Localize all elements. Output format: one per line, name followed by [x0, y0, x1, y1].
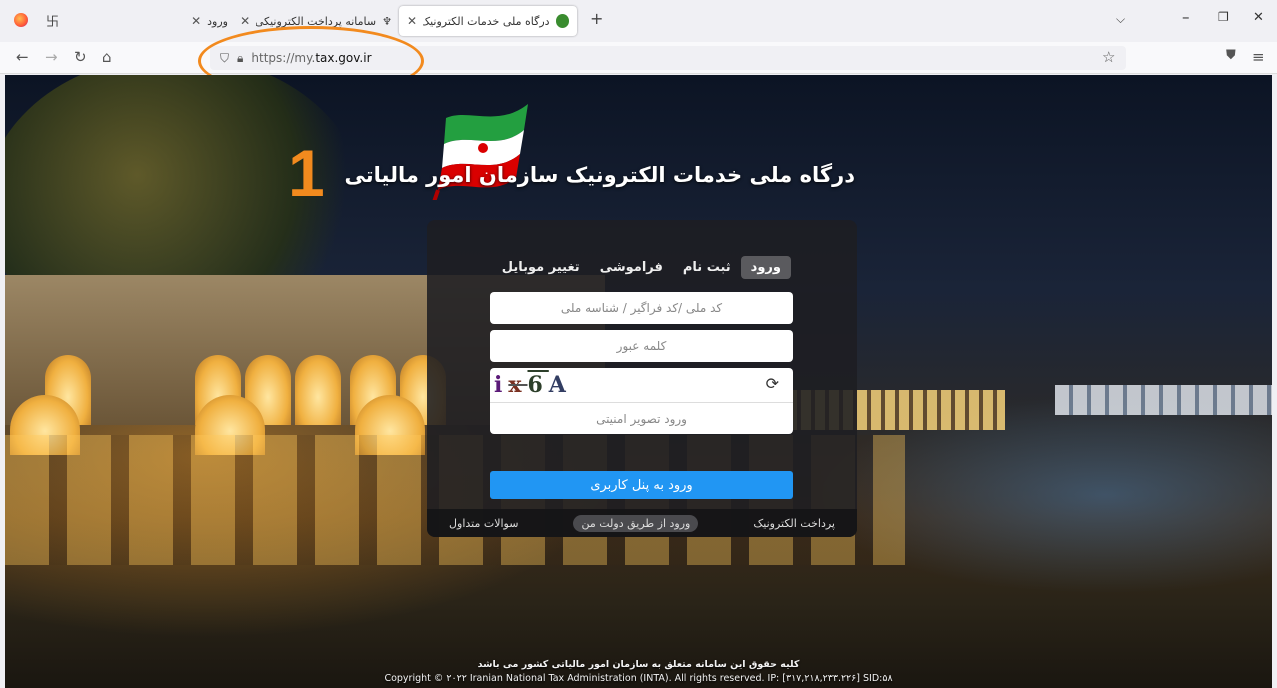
captcha-image: i x 6 A [494, 372, 572, 398]
copyright-fa: کلیه حقوق این سامانه متعلق به سازمان امو… [477, 659, 800, 670]
background-city [1055, 385, 1272, 415]
home-icon[interactable]: ⌂ [102, 48, 112, 66]
tab-register[interactable]: ثبت نام [673, 256, 741, 279]
page-title: درگاه ملی خدمات الکترونیک سازمان امور ما… [344, 163, 855, 187]
captcha-input[interactable]: ورود تصویر امنیتی [490, 402, 793, 434]
close-tab-icon[interactable]: ✕ [191, 14, 201, 28]
forward-arrow-icon[interactable]: → [45, 48, 58, 66]
page-background: 1 درگاه ملی خدمات الکترونیک سازمان امور … [5, 75, 1272, 688]
copyright-footer: کلیه حقوق این سامانه متعلق به سازمان امو… [5, 654, 1272, 688]
list-all-tabs-icon[interactable]: 卐 [46, 11, 59, 30]
firefox-icon[interactable] [14, 13, 28, 27]
restore-button[interactable]: ❐ [1218, 10, 1229, 24]
step-number-annotation: 1 [288, 136, 325, 210]
new-tab-button[interactable]: + [590, 9, 603, 28]
auth-tabs: ورود ثبت نام فراموشی تغییر موبایل [492, 256, 791, 279]
chevron-down-icon[interactable]: ⌵ [1116, 12, 1125, 27]
dolat-login-link[interactable]: ورود از طریق دولت من [573, 514, 699, 532]
tab-login[interactable]: ورود [740, 256, 791, 279]
site-icon: ♆ [382, 14, 392, 28]
captcha-refresh-icon[interactable]: ⟳ [766, 374, 779, 393]
password-input[interactable]: کلمه عبور [490, 330, 793, 362]
browser-tab-bar: 卐 ورود ✕ ♆ سامانه پرداخت الکترونیکی تعرف… [0, 0, 1277, 42]
close-tab-icon[interactable]: ✕ [240, 14, 250, 28]
copyright-en: Copyright © ۲۰۲۲ Iranian National Tax Ad… [384, 673, 893, 684]
menu-hamburger-icon[interactable]: ≡ [1252, 48, 1265, 66]
tab-login[interactable]: ورود ✕ [178, 6, 228, 36]
bookmark-star-icon[interactable]: ☆ [1102, 48, 1115, 66]
national-id-input[interactable]: کد ملی /کد فراگیر / شناسه ملی [490, 292, 793, 324]
tax-site-icon [555, 14, 569, 28]
close-window-button[interactable]: ✕ [1253, 10, 1264, 25]
tab-change-mobile[interactable]: تغییر موبایل [492, 256, 590, 279]
back-arrow-icon[interactable]: ← [16, 48, 29, 66]
minimize-button[interactable]: – [1182, 8, 1190, 26]
tab-forgot-password[interactable]: فراموشی [590, 256, 673, 279]
tab-tax-portal[interactable]: درگاه ملی خدمات الکترونیک سازمان امور ما… [399, 6, 577, 36]
reload-icon[interactable]: ↻ [74, 48, 87, 66]
pocket-icon[interactable]: ⛊ [1226, 48, 1236, 63]
login-panel: ورود ثبت نام فراموشی تغییر موبایل کد ملی… [427, 220, 857, 537]
close-tab-icon[interactable]: ✕ [407, 14, 417, 28]
epayment-link[interactable]: پرداخت الکترونیک [753, 517, 835, 530]
captcha-box: i x 6 A ⟳ ورود تصویر امنیتی [490, 368, 793, 434]
browser-toolbar: ← → ↻ ⌂ ⛉ 🔒︎ https://my. tax.gov.ir ☆ ⛊ ≡ [0, 42, 1277, 74]
login-button[interactable]: ورود به پنل کاربری [490, 471, 793, 499]
panel-footer-links: پرداخت الکترونیک ورود از طریق دولت من سو… [427, 509, 857, 537]
faq-link[interactable]: سوالات متداول [449, 517, 518, 530]
